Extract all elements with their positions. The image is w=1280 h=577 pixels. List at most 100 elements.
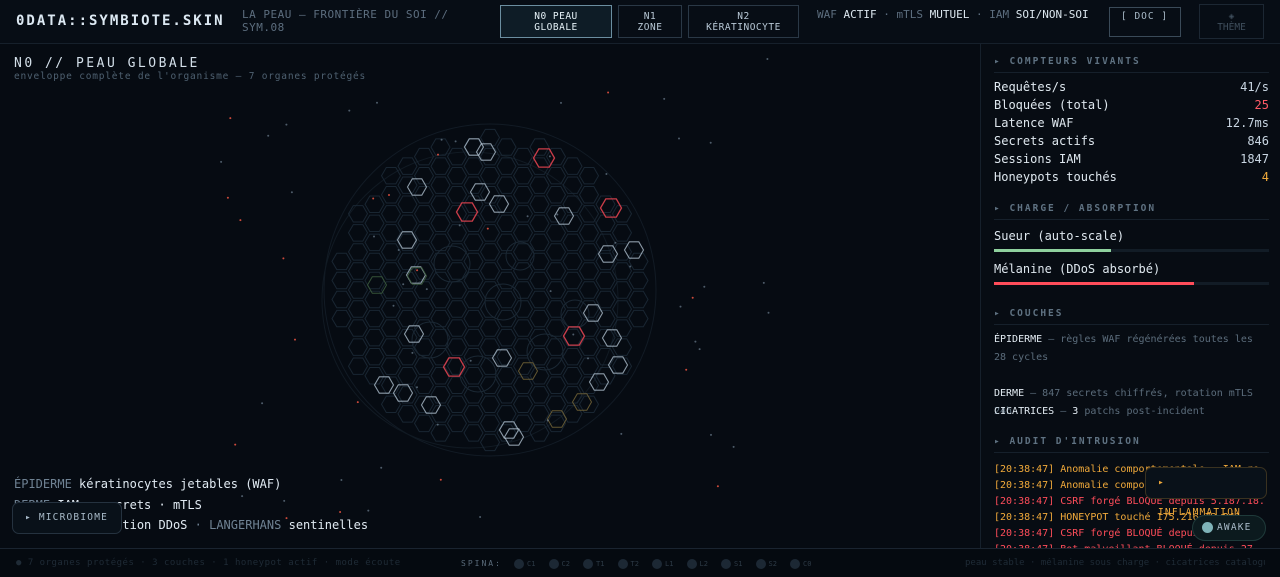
particle bbox=[710, 433, 712, 436]
skin-viewport[interactable]: N0 // PEAU GLOBALE enveloppe complète de… bbox=[0, 44, 980, 548]
skin-membrane-canvas[interactable] bbox=[0, 44, 980, 548]
counter-value: 4 bbox=[1261, 170, 1269, 184]
nav-n1-zone[interactable]: N1 ZONE bbox=[618, 5, 682, 38]
keratinocyte-cell bbox=[545, 414, 567, 433]
nav-label-line1: N0 PEAU bbox=[534, 11, 578, 22]
keratinocyte-cell bbox=[413, 414, 435, 433]
vertebra-c0[interactable]: C0 bbox=[790, 559, 811, 569]
particle bbox=[556, 213, 559, 216]
keratinocyte-cell bbox=[397, 214, 418, 232]
keratinocyte-cell bbox=[446, 281, 468, 299]
keratinocyte-cell bbox=[430, 348, 451, 366]
particle bbox=[703, 285, 706, 288]
counter-row: Bloquées (total) 25 bbox=[994, 98, 1269, 116]
keratinocyte-cell bbox=[595, 348, 616, 366]
keratinocyte-cell bbox=[347, 357, 369, 375]
keratinocyte-cell bbox=[496, 405, 517, 423]
layer-desc-key: DERME bbox=[994, 388, 1025, 399]
keratinocyte-cell bbox=[347, 300, 369, 318]
keratinocyte-cell bbox=[545, 186, 567, 204]
vertebra-t1[interactable]: T1 bbox=[583, 559, 604, 569]
keratinocyte-cell bbox=[529, 405, 550, 423]
doc-button[interactable]: [ DOC ] bbox=[1109, 7, 1181, 37]
keratinocyte-cell bbox=[512, 186, 534, 204]
particle bbox=[376, 101, 378, 104]
vertebra-dot-icon bbox=[721, 559, 731, 569]
keratinocyte-cell bbox=[545, 300, 567, 318]
microbiome-button[interactable]: ▸ MICROBIOME bbox=[12, 502, 122, 534]
theme-button[interactable]: ◈ THÈME bbox=[1199, 4, 1264, 39]
keratinocyte-cell bbox=[562, 367, 583, 385]
nav-label-line1: N2 bbox=[737, 11, 750, 22]
particle bbox=[402, 283, 405, 286]
keratinocyte-cell bbox=[496, 138, 517, 156]
counter-value: 25 bbox=[1254, 98, 1269, 112]
theme-icon: ◈ bbox=[1228, 11, 1235, 22]
keratinocyte-cell bbox=[512, 224, 534, 242]
vertebra-c1[interactable]: C1 bbox=[514, 559, 535, 569]
keratinocyte-cell bbox=[512, 167, 534, 185]
particle bbox=[526, 215, 529, 218]
keratinocyte-cell bbox=[562, 233, 583, 252]
melanin-label: Mélanine (DDoS absorbé) bbox=[994, 262, 1161, 276]
awake-toggle[interactable]: AWAKE bbox=[1192, 515, 1266, 541]
layer-desc-key: CICATRICES bbox=[994, 406, 1055, 417]
particle bbox=[709, 141, 712, 144]
keratinocyte-cell bbox=[611, 224, 633, 242]
vertebra-c2[interactable]: C2 bbox=[548, 559, 570, 569]
keratinocyte-cell bbox=[463, 290, 484, 309]
keratinocyte-cell bbox=[446, 147, 468, 166]
awake-label: AWAKE bbox=[1217, 522, 1252, 533]
keratinocyte-cell bbox=[430, 328, 451, 347]
particle bbox=[239, 219, 242, 222]
counter-label: Requêtes/s bbox=[994, 80, 1067, 94]
layer-desc-key: ÉPIDERME bbox=[994, 334, 1043, 345]
nav-n0-peau-globale[interactable]: N0 PEAU GLOBALE bbox=[500, 5, 612, 38]
particle bbox=[282, 257, 285, 260]
keratinocyte-cell bbox=[496, 233, 517, 252]
particle bbox=[560, 101, 562, 104]
particle bbox=[348, 109, 351, 112]
particle bbox=[226, 196, 229, 199]
inflammation-button[interactable]: ▸ INFLAMMATION bbox=[1145, 467, 1267, 518]
keratinocyte-cell bbox=[578, 186, 600, 204]
particle bbox=[691, 296, 694, 299]
divider bbox=[994, 72, 1269, 73]
particle bbox=[549, 290, 552, 293]
keratinocyte-cell bbox=[529, 328, 550, 347]
iam-label: IAM bbox=[989, 8, 1010, 21]
particle bbox=[373, 235, 375, 238]
keratinocyte-cell bbox=[380, 319, 402, 337]
keratinocyte-cell bbox=[463, 386, 484, 404]
keratinocyte-cell bbox=[413, 243, 435, 261]
keratinocyte-cell bbox=[529, 214, 550, 232]
keratinocyte-cell bbox=[463, 233, 484, 252]
keratinocyte-cell bbox=[364, 195, 385, 213]
vertebra-l2[interactable]: L2 bbox=[686, 559, 708, 569]
keratinocyte-cell bbox=[397, 386, 418, 404]
view-title: N0 // PEAU GLOBALE bbox=[14, 56, 200, 71]
particle bbox=[440, 138, 443, 141]
keratinocyte-cell bbox=[446, 262, 468, 280]
nav-n2-keratinocyte[interactable]: N2 KÉRATINOCYTE bbox=[688, 5, 799, 38]
sweat-bar bbox=[994, 249, 1269, 252]
vertebra-label: S2 bbox=[768, 560, 777, 568]
keratinocyte-cell bbox=[628, 252, 649, 271]
divider bbox=[994, 324, 1269, 325]
brand-logo: 0DATA::SYMBIOTE.SKIN bbox=[16, 13, 225, 29]
counter-label: Latence WAF bbox=[994, 116, 1074, 130]
vertebra-s1[interactable]: S1 bbox=[721, 559, 742, 569]
keratinocyte-cell bbox=[347, 338, 369, 356]
keratinocyte-cell bbox=[496, 290, 517, 309]
layer-value: kératinocytes jetables (WAF) bbox=[79, 477, 282, 491]
keratinocyte-cell bbox=[446, 319, 468, 337]
vertebra-l1[interactable]: L1 bbox=[652, 559, 673, 569]
particle bbox=[685, 368, 688, 371]
mtls-label: mTLS bbox=[896, 8, 924, 21]
keratinocyte-cell bbox=[413, 376, 435, 394]
vertebra-t2[interactable]: T2 bbox=[617, 559, 639, 569]
vertebra-s2[interactable]: S2 bbox=[755, 559, 777, 569]
keratinocyte-cell bbox=[463, 252, 484, 271]
keratinocyte-cell bbox=[545, 319, 567, 337]
keratinocyte-cell bbox=[496, 386, 517, 404]
